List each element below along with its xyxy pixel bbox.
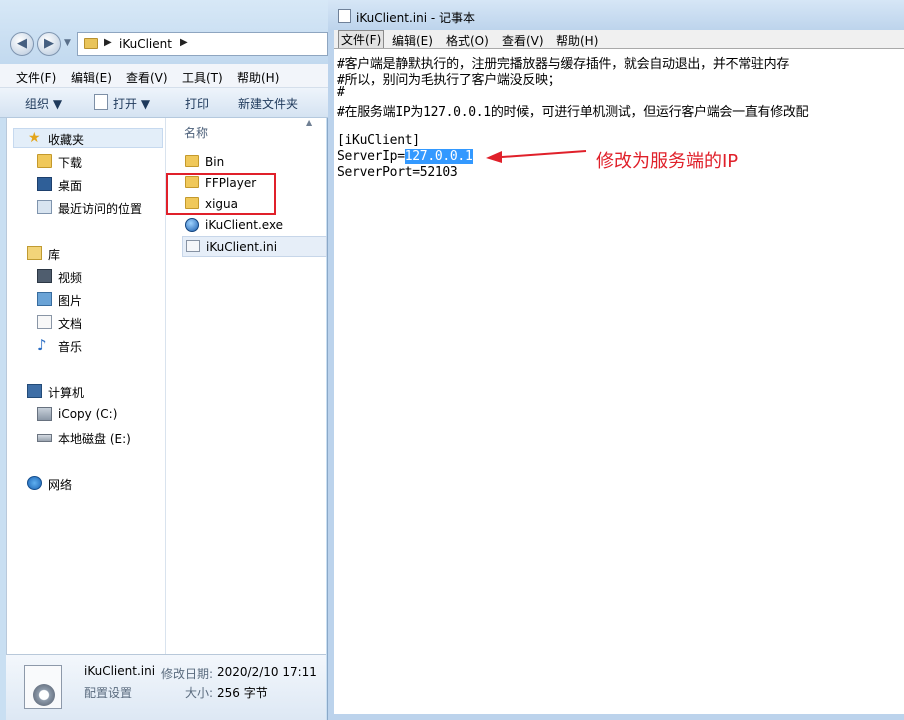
- music-note-icon: ♪: [37, 336, 47, 354]
- file-name: iKuClient.ini: [206, 240, 278, 254]
- breadcrumb-chevron-icon[interactable]: ▶: [180, 37, 188, 48]
- settings-file-icon: [186, 240, 200, 252]
- explorer-window: ◀ ▶ ▼ ▶ iKuClient ▶ 文件(F) 编辑(E) 查看(V) 工具…: [0, 0, 328, 720]
- details-modified-label: 修改日期:: [161, 667, 214, 681]
- settings-file-icon: [24, 665, 62, 709]
- nav-label: 音乐: [58, 340, 83, 354]
- navigation-pane: ★ 收藏夹 下载 桌面 最近访问的位置 库 视频 图片 文档 ♪ 音乐 计算机 …: [7, 118, 166, 654]
- organize-button[interactable]: 组织 ▼: [25, 95, 62, 112]
- address-bar[interactable]: ▶ iKuClient ▶: [77, 32, 328, 56]
- video-icon: [37, 269, 52, 283]
- menu-tools[interactable]: 工具(T): [182, 69, 223, 86]
- computer-icon: [27, 384, 42, 398]
- nav-favorites[interactable]: ★ 收藏夹: [13, 128, 163, 148]
- nav-label: 视频: [58, 271, 83, 285]
- open-label: 打开: [113, 97, 138, 111]
- breadcrumb-chevron-icon[interactable]: ▶: [104, 37, 112, 48]
- notepad-titlebar[interactable]: iKuClient.ini - 记事本: [328, 0, 904, 30]
- nav-label: 计算机: [48, 386, 85, 400]
- document-icon: [37, 315, 52, 329]
- nav-label: 图片: [58, 294, 83, 308]
- open-button[interactable]: 打开 ▼: [113, 95, 150, 112]
- menu-help[interactable]: 帮助(H): [556, 32, 598, 49]
- menu-file[interactable]: 文件(F): [16, 69, 56, 86]
- picture-icon: [37, 292, 52, 306]
- details-type: 配置设置: [84, 686, 133, 700]
- notepad-icon: [338, 9, 351, 23]
- libraries-icon: [27, 246, 42, 260]
- application-icon: [185, 218, 199, 232]
- star-icon: ★: [28, 130, 41, 146]
- folder-icon: [185, 155, 199, 167]
- nav-label: 库: [48, 248, 61, 262]
- back-button[interactable]: ◀: [10, 32, 34, 56]
- window-title: iKuClient.ini - 记事本: [356, 11, 475, 25]
- menu-help[interactable]: 帮助(H): [237, 69, 279, 86]
- column-header-name[interactable]: 名称: [184, 124, 208, 141]
- sort-arrow-icon: ▲: [306, 118, 313, 127]
- nav-label: 最近访问的位置: [58, 202, 143, 216]
- network-icon: [27, 476, 42, 490]
- annotation-label: 修改为服务端的IP: [596, 151, 739, 172]
- chevron-down-icon: ▼: [140, 97, 151, 111]
- recent-pages-dropdown-icon[interactable]: ▼: [64, 38, 71, 48]
- menu-view[interactable]: 查看(V): [502, 32, 544, 49]
- details-filename: iKuClient.ini: [84, 664, 156, 678]
- details-modified-value: 2020/2/10 17:11: [217, 665, 317, 679]
- menu-view[interactable]: 查看(V): [126, 69, 168, 86]
- details-size-value: 256 字节: [217, 686, 268, 700]
- print-button[interactable]: 打印: [185, 95, 209, 112]
- recent-places-icon: [37, 200, 52, 214]
- menu-format[interactable]: 格式(O): [446, 32, 489, 49]
- notepad-menubar: 文件(F) 编辑(E) 格式(O) 查看(V) 帮助(H): [334, 30, 904, 49]
- open-icon: [94, 94, 108, 110]
- menu-edit[interactable]: 编辑(E): [392, 32, 433, 49]
- menu-edit[interactable]: 编辑(E): [71, 69, 112, 86]
- nav-label: 收藏夹: [48, 133, 85, 147]
- drive-icon: [37, 407, 52, 421]
- explorer-toolbar: 组织 ▼ 打开 ▼ 打印 新建文件夹: [0, 88, 328, 118]
- annotation-highlight-box: [166, 173, 276, 215]
- file-name: iKuClient.exe: [205, 218, 284, 232]
- nav-label: 网络: [48, 478, 73, 492]
- file-name: Bin: [205, 155, 225, 169]
- nav-label: 文档: [58, 317, 83, 331]
- file-item-bin[interactable]: Bin: [182, 152, 327, 173]
- forward-button[interactable]: ▶: [37, 32, 61, 56]
- nav-label: 本地磁盘 (E:): [58, 432, 131, 446]
- details-pane: iKuClient.ini 修改日期: 2020/2/10 17:11 配置设置…: [6, 654, 326, 720]
- menu-file[interactable]: 文件(F): [338, 30, 385, 49]
- organize-label: 组织: [25, 97, 50, 111]
- file-item-exe[interactable]: iKuClient.exe: [182, 215, 327, 236]
- explorer-menubar: 文件(F) 编辑(E) 查看(V) 工具(T) 帮助(H): [0, 64, 328, 88]
- new-folder-button[interactable]: 新建文件夹: [238, 95, 298, 112]
- notepad-window: iKuClient.ini - 记事本 文件(F) 编辑(E) 格式(O) 查看…: [328, 0, 904, 720]
- folder-icon: [84, 38, 98, 49]
- downloads-folder-icon: [37, 154, 52, 168]
- address-row: ◀ ▶ ▼ ▶ iKuClient ▶: [0, 0, 328, 64]
- text-editor[interactable]: #客户端是静默执行的，注册完播放器与缓存插件，就会自动退出，并不常驻内存 #所以…: [334, 48, 904, 714]
- gear-icon: [33, 684, 55, 706]
- nav-label: 下载: [58, 156, 83, 170]
- details-size-label: 大小:: [185, 686, 214, 700]
- drive-icon: [37, 434, 52, 442]
- breadcrumb-folder[interactable]: iKuClient: [119, 37, 172, 51]
- desktop-icon: [37, 177, 52, 191]
- nav-label: 桌面: [58, 179, 83, 193]
- nav-label: iCopy (C:): [58, 407, 118, 421]
- chevron-down-icon: ▼: [52, 97, 63, 111]
- file-item-ini[interactable]: iKuClient.ini: [182, 236, 327, 257]
